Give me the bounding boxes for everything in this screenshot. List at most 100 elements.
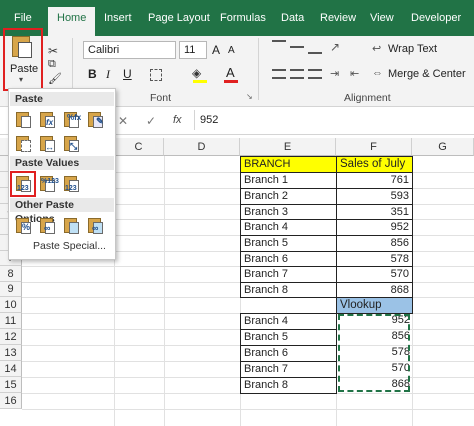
row-header[interactable]: 9: [0, 282, 22, 297]
paste-special-item[interactable]: Paste Special...: [33, 240, 106, 252]
row-header[interactable]: 11: [0, 313, 22, 329]
align-bottom-icon[interactable]: [308, 52, 322, 54]
tab-home[interactable]: Home: [48, 7, 96, 36]
row-header[interactable]: 8: [0, 266, 22, 282]
row-header[interactable]: 16: [0, 393, 22, 409]
row-header[interactable]: 15: [0, 377, 22, 393]
cut-icon[interactable]: ✂: [48, 44, 58, 58]
fx-icon[interactable]: fx: [173, 114, 182, 126]
no-borders-icon[interactable]: [13, 134, 33, 154]
header-branch-cell[interactable]: BRANCH: [240, 156, 337, 173]
keep-column-widths-icon[interactable]: ↔: [37, 134, 57, 154]
formula-input[interactable]: 952: [200, 111, 470, 129]
sales-cell[interactable]: 868: [336, 282, 413, 298]
tab-developer[interactable]: Developer: [411, 10, 461, 26]
lookup-branch-cell[interactable]: Branch 5: [240, 329, 337, 346]
bold-button[interactable]: B: [88, 67, 97, 81]
font-color-icon[interactable]: A: [226, 65, 235, 80]
branch-cell[interactable]: Branch 6: [240, 251, 337, 267]
format-painter-icon[interactable]: 🖌: [48, 72, 62, 85]
sales-cell[interactable]: 578: [336, 251, 413, 267]
linked-picture-icon[interactable]: ∞: [85, 216, 105, 236]
header-sales-cell[interactable]: Sales of July: [336, 156, 413, 173]
paste-values-header: Paste Values: [10, 156, 114, 170]
picture-icon[interactable]: [61, 216, 81, 236]
copy-icon[interactable]: ⧉: [48, 58, 56, 71]
branch-cell[interactable]: Branch 5: [240, 235, 337, 252]
branch-cell[interactable]: Branch 2: [240, 188, 337, 205]
wrap-text-icon: ↩: [372, 43, 382, 55]
outdent-icon[interactable]: ⇤: [350, 67, 359, 80]
grow-font-button[interactable]: A: [212, 43, 220, 57]
branch-cell[interactable]: Branch 8: [240, 282, 337, 298]
align-left-icon[interactable]: [272, 69, 286, 79]
tab-data[interactable]: Data: [281, 10, 304, 26]
paste-formulas-number-formatting-icon[interactable]: %fx: [61, 110, 81, 130]
formatting-icon[interactable]: %: [13, 216, 33, 236]
borders-icon[interactable]: [150, 69, 162, 81]
fill-color-icon[interactable]: ◈: [192, 66, 201, 80]
row-header[interactable]: 13: [0, 345, 22, 361]
sales-cell[interactable]: 570: [336, 266, 413, 283]
font-name-field[interactable]: Calibri: [83, 41, 176, 59]
align-top-icon[interactable]: [272, 40, 286, 54]
tab-review[interactable]: Review: [320, 10, 356, 26]
tab-view[interactable]: View: [370, 10, 394, 26]
ribbon-divider: [258, 38, 259, 100]
branch-cell[interactable]: Branch 3: [240, 204, 337, 220]
font-size-field[interactable]: 11: [179, 41, 207, 59]
indent-icon[interactable]: ⇥: [330, 67, 339, 80]
font-color-swatch: [224, 80, 238, 83]
underline-button[interactable]: U: [123, 67, 132, 81]
copy-marquee: [338, 314, 410, 392]
lookup-branch-cell[interactable]: Branch 8: [240, 377, 337, 394]
orientation-icon[interactable]: ↗: [330, 40, 340, 54]
grid-line: [22, 409, 474, 410]
sales-cell[interactable]: 761: [336, 172, 413, 189]
paste-link-icon[interactable]: ∞: [37, 216, 57, 236]
row-header[interactable]: 10: [0, 297, 22, 313]
lookup-branch-cell[interactable]: Branch 6: [240, 345, 337, 362]
sales-cell[interactable]: 856: [336, 235, 413, 252]
row-header[interactable]: 12: [0, 329, 22, 345]
column-header-g[interactable]: G: [412, 138, 474, 156]
dialog-launcher-icon[interactable]: ↘: [246, 92, 253, 101]
sales-cell[interactable]: 351: [336, 204, 413, 220]
other-paste-options-header: Other Paste Options: [10, 198, 114, 225]
shrink-font-button[interactable]: A: [228, 45, 235, 56]
tab-formulas[interactable]: Formulas: [220, 10, 266, 26]
enter-icon[interactable]: ✓: [146, 114, 156, 128]
column-header-e[interactable]: E: [240, 138, 336, 156]
lookup-branch-cell[interactable]: Branch 7: [240, 361, 337, 378]
column-header-c[interactable]: C: [114, 138, 164, 156]
tab-insert[interactable]: Insert: [104, 10, 132, 26]
vlookup-header-cell[interactable]: Vlookup: [336, 297, 413, 314]
grid-line: [164, 156, 165, 426]
column-header-d[interactable]: D: [164, 138, 240, 156]
branch-cell[interactable]: Branch 7: [240, 266, 337, 283]
sales-cell[interactable]: 593: [336, 188, 413, 205]
transpose-icon[interactable]: ⤡: [61, 134, 81, 154]
align-right-icon[interactable]: [308, 69, 322, 79]
merge-center-button[interactable]: ⇔ Merge & Center: [362, 65, 474, 83]
wrap-text-button[interactable]: ↩ Wrap Text: [362, 40, 472, 58]
tab-page-layout[interactable]: Page Layout: [148, 10, 210, 26]
keep-source-formatting-icon[interactable]: ✎: [85, 110, 105, 130]
values-source-formatting-icon[interactable]: 123: [61, 174, 81, 194]
column-header-f[interactable]: F: [336, 138, 412, 156]
row-header[interactable]: 14: [0, 361, 22, 377]
paste-section-header: Paste: [10, 92, 114, 106]
paste-formulas-icon[interactable]: fx: [37, 110, 57, 130]
branch-cell[interactable]: Branch 4: [240, 219, 337, 236]
align-middle-icon[interactable]: [290, 46, 304, 48]
paste-icon[interactable]: [13, 110, 33, 130]
align-center-icon[interactable]: [290, 69, 304, 79]
tab-file[interactable]: File: [14, 10, 32, 26]
lookup-branch-cell[interactable]: Branch 4: [240, 313, 337, 330]
branch-cell[interactable]: Branch 1: [240, 172, 337, 189]
italic-button[interactable]: I: [106, 67, 110, 82]
cancel-icon[interactable]: ✕: [118, 114, 128, 128]
paste-values-highlight: [10, 171, 36, 197]
sales-cell[interactable]: 952: [336, 219, 413, 236]
values-number-formatting-icon[interactable]: %123: [37, 174, 59, 194]
